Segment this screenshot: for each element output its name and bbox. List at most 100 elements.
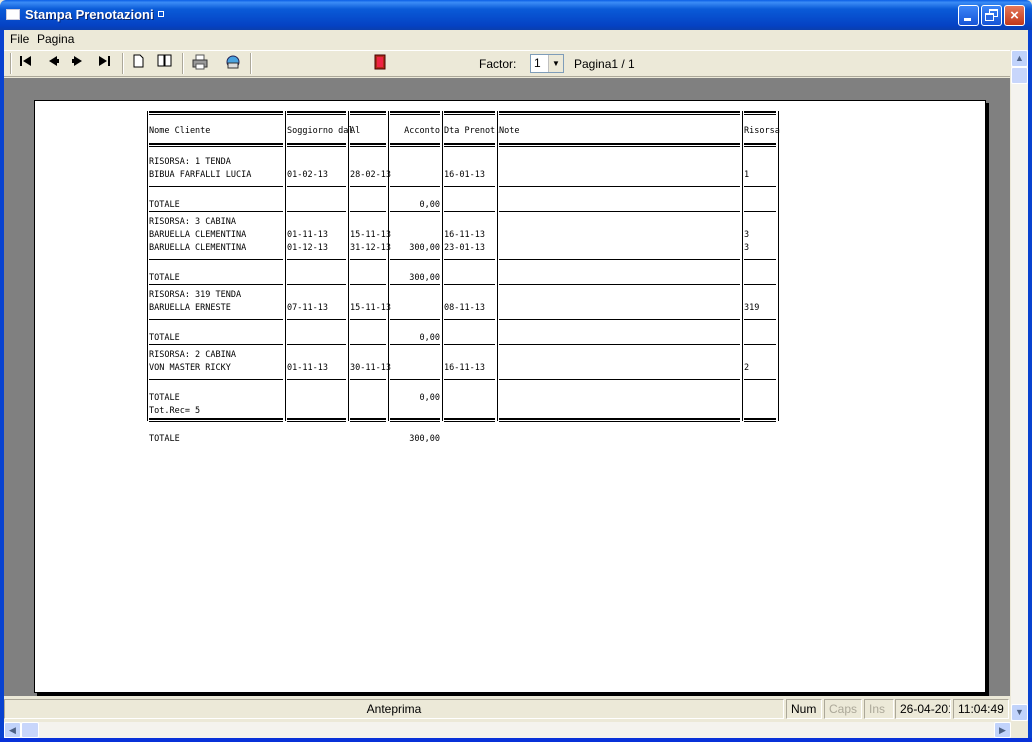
rule-line (149, 418, 283, 422)
rule-line (444, 143, 495, 147)
dal-cell: 01-12-13 (287, 243, 328, 253)
two-pages-icon (157, 54, 172, 67)
record-count: Tot.Rec= 5 (149, 406, 201, 416)
next-page-icon (72, 56, 82, 66)
rule-line (499, 259, 740, 260)
factor-select[interactable]: 1 ▼ (530, 54, 564, 73)
rule-line (350, 379, 386, 380)
scroll-right-button[interactable]: ▶ (994, 722, 1011, 738)
prenot-cell: 23-01-13 (444, 243, 485, 253)
chevron-down-icon[interactable]: ▼ (548, 55, 563, 72)
exit-icon (374, 54, 386, 70)
rule-line (149, 186, 283, 187)
rule-line (350, 418, 386, 422)
window-frame-right (1028, 30, 1032, 738)
rule-line (287, 211, 346, 212)
window-title: Stampa Prenotazioni (25, 7, 164, 22)
rule-line (744, 284, 776, 285)
scroll-down-button[interactable]: ▼ (1011, 704, 1028, 721)
export-button[interactable] (223, 54, 243, 72)
rule-line (350, 186, 386, 187)
rule-line (149, 259, 283, 260)
two-pages-button[interactable] (155, 54, 175, 72)
menu-file[interactable]: File (10, 32, 29, 46)
window-frame-bottom (0, 738, 1032, 742)
rule-line (350, 259, 386, 260)
horizontal-scrollbar[interactable]: ◀ ▶ (4, 722, 1011, 738)
rule-line (390, 284, 440, 285)
status-caps: Caps (824, 699, 862, 719)
group-total-value: 300,00 (409, 273, 440, 283)
grand-total-label: TOTALE (149, 434, 180, 444)
risorsa-cell: 3 (744, 230, 750, 240)
rule-line (287, 111, 346, 115)
rule-line (744, 319, 776, 320)
rule-line (444, 344, 495, 345)
rule-line (287, 186, 346, 187)
first-page-button[interactable] (16, 54, 36, 72)
cliente-cell: BIBUA FARFALLI LUCIA (149, 170, 252, 180)
last-page-button[interactable] (94, 54, 114, 72)
close-button[interactable]: × (1004, 5, 1025, 26)
exit-button[interactable] (370, 54, 390, 72)
restore-button[interactable] (981, 5, 1002, 26)
rule-line (149, 143, 283, 147)
column-divider (388, 111, 389, 421)
group-total-label: TOTALE (149, 393, 180, 403)
rule-line (390, 186, 440, 187)
rule-line (499, 319, 740, 320)
al-cell: 30-11-13 (350, 363, 391, 373)
title-bar[interactable]: Stampa Prenotazioni × (0, 0, 1032, 30)
factor-value: 1 (534, 56, 541, 70)
app-icon (6, 9, 20, 20)
scroll-up-button[interactable]: ▲ (1011, 50, 1028, 67)
rule-line (287, 379, 346, 380)
rule-line (499, 211, 740, 212)
group-total-value: 0,00 (419, 393, 440, 403)
rule-line (287, 284, 346, 285)
rule-line (499, 186, 740, 187)
column-divider (442, 111, 443, 421)
menu-bar: File Pagina (4, 30, 1028, 49)
rule-line (444, 186, 495, 187)
risorsa-cell: 319 (744, 303, 760, 313)
column-header: Soggiorno dal (287, 126, 354, 136)
column-header: Dta Prenot. (444, 126, 501, 136)
column-header: Al (350, 126, 361, 136)
factor-label: Factor: (479, 57, 517, 71)
scroll-thumb[interactable] (1011, 67, 1028, 84)
rule-line (350, 111, 386, 115)
rule-line (390, 418, 440, 422)
menu-pagina[interactable]: Pagina (37, 32, 74, 46)
rule-line (390, 143, 440, 147)
column-header: Note (499, 126, 520, 136)
rule-line (149, 319, 283, 320)
first-page-icon (20, 56, 31, 66)
single-page-button[interactable] (128, 54, 148, 72)
prev-page-icon (49, 56, 59, 66)
rule-line (149, 344, 283, 345)
rule-line (499, 143, 740, 147)
rule-line (499, 111, 740, 115)
resource-label: RISORSA: 3 CABINA (149, 217, 236, 227)
resource-label: RISORSA: 2 CABINA (149, 350, 236, 360)
vertical-scrollbar[interactable]: ▲ ▼ (1011, 50, 1028, 721)
group-total-label: TOTALE (149, 200, 180, 210)
minimize-button[interactable] (958, 5, 979, 26)
column-divider (285, 111, 286, 421)
rule-line (444, 211, 495, 212)
hscroll-thumb[interactable] (21, 722, 39, 738)
risorsa-cell: 2 (744, 363, 750, 373)
al-cell: 15-11-13 (350, 230, 391, 240)
al-cell: 28-02-13 (350, 170, 391, 180)
print-button[interactable] (190, 54, 210, 72)
rule-line (149, 211, 283, 212)
report-table: Nome Cliente Soggiorno dal Al Acconto Dta Pr… (35, 101, 985, 692)
rule-line (444, 319, 495, 320)
rule-line (744, 344, 776, 345)
next-page-button[interactable] (68, 54, 88, 72)
scroll-left-button[interactable]: ◀ (4, 722, 21, 738)
prev-page-button[interactable] (43, 54, 63, 72)
status-bar: Anteprima Num Caps Ins 26-04-2016 11:04:… (4, 697, 1010, 721)
rule-line (499, 379, 740, 380)
